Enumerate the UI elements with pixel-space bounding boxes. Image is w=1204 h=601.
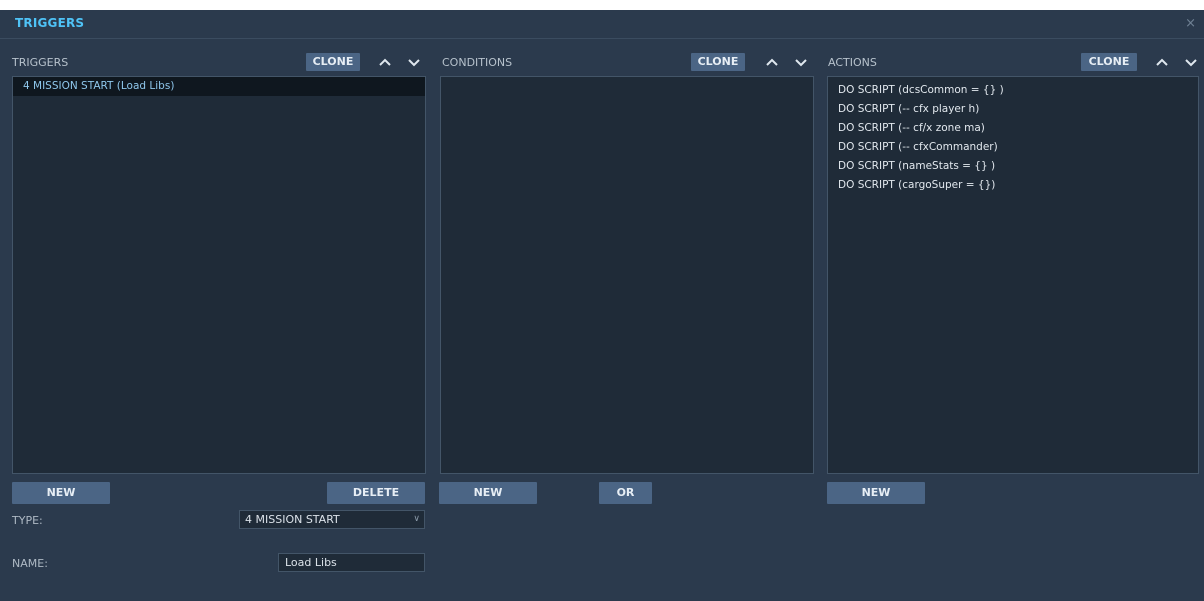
window-title: TRIGGERS bbox=[15, 16, 85, 30]
action-item[interactable]: DO SCRIPT (-- cf/x zone ma) bbox=[828, 119, 1198, 138]
triggers-move-up-button[interactable] bbox=[376, 53, 394, 71]
type-label: TYPE: bbox=[12, 514, 43, 527]
trigger-item[interactable]: 4 MISSION START (Load Libs) bbox=[13, 77, 425, 96]
conditions-list[interactable] bbox=[440, 76, 814, 474]
triggers-header: TRIGGERS bbox=[12, 56, 69, 69]
actions-move-down-button[interactable] bbox=[1182, 53, 1200, 71]
chevron-down-icon bbox=[1185, 59, 1197, 67]
type-dropdown[interactable]: 4 MISSION START ∨ bbox=[239, 510, 425, 529]
name-input[interactable]: Load Libs bbox=[278, 553, 425, 572]
close-icon[interactable]: × bbox=[1185, 16, 1196, 31]
triggers-move-down-button[interactable] bbox=[405, 53, 423, 71]
actions-move-up-button[interactable] bbox=[1153, 53, 1171, 71]
triggers-list[interactable]: 4 MISSION START (Load Libs) bbox=[12, 76, 426, 474]
title-divider bbox=[0, 38, 1204, 39]
actions-new-button[interactable]: NEW bbox=[827, 482, 925, 504]
conditions-new-button[interactable]: NEW bbox=[439, 482, 537, 504]
action-item[interactable]: DO SCRIPT (-- cfx player h) bbox=[828, 100, 1198, 119]
actions-header: ACTIONS bbox=[828, 56, 877, 69]
actions-list[interactable]: DO SCRIPT (dcsCommon = {} ) DO SCRIPT (-… bbox=[827, 76, 1199, 474]
conditions-move-up-button[interactable] bbox=[763, 53, 781, 71]
triggers-delete-button[interactable]: DELETE bbox=[327, 482, 425, 504]
triggers-window: TRIGGERS × TRIGGERS CLONE 4 MISSION STAR… bbox=[0, 10, 1204, 601]
chevron-down-icon bbox=[408, 59, 420, 67]
type-value: 4 MISSION START bbox=[245, 513, 340, 526]
action-item[interactable]: DO SCRIPT (-- cfxCommander) bbox=[828, 138, 1198, 157]
conditions-move-down-button[interactable] bbox=[792, 53, 810, 71]
triggers-new-button[interactable]: NEW bbox=[12, 482, 110, 504]
chevron-down-icon bbox=[795, 59, 807, 67]
conditions-header: CONDITIONS bbox=[442, 56, 513, 69]
conditions-or-button[interactable]: OR bbox=[599, 482, 652, 504]
action-item[interactable]: DO SCRIPT (cargoSuper = {}) bbox=[828, 176, 1198, 195]
chevron-up-icon bbox=[379, 58, 391, 66]
chevron-up-icon bbox=[1156, 58, 1168, 66]
actions-clone-button[interactable]: CLONE bbox=[1081, 53, 1137, 71]
conditions-clone-button[interactable]: CLONE bbox=[691, 53, 745, 71]
name-label: NAME: bbox=[12, 557, 48, 570]
chevron-up-icon bbox=[766, 58, 778, 66]
action-item[interactable]: DO SCRIPT (dcsCommon = {} ) bbox=[828, 81, 1198, 100]
triggers-clone-button[interactable]: CLONE bbox=[306, 53, 360, 71]
chevron-down-icon: ∨ bbox=[413, 514, 420, 524]
title-bar: TRIGGERS × bbox=[0, 10, 1204, 38]
action-item[interactable]: DO SCRIPT (nameStats = {} ) bbox=[828, 157, 1198, 176]
